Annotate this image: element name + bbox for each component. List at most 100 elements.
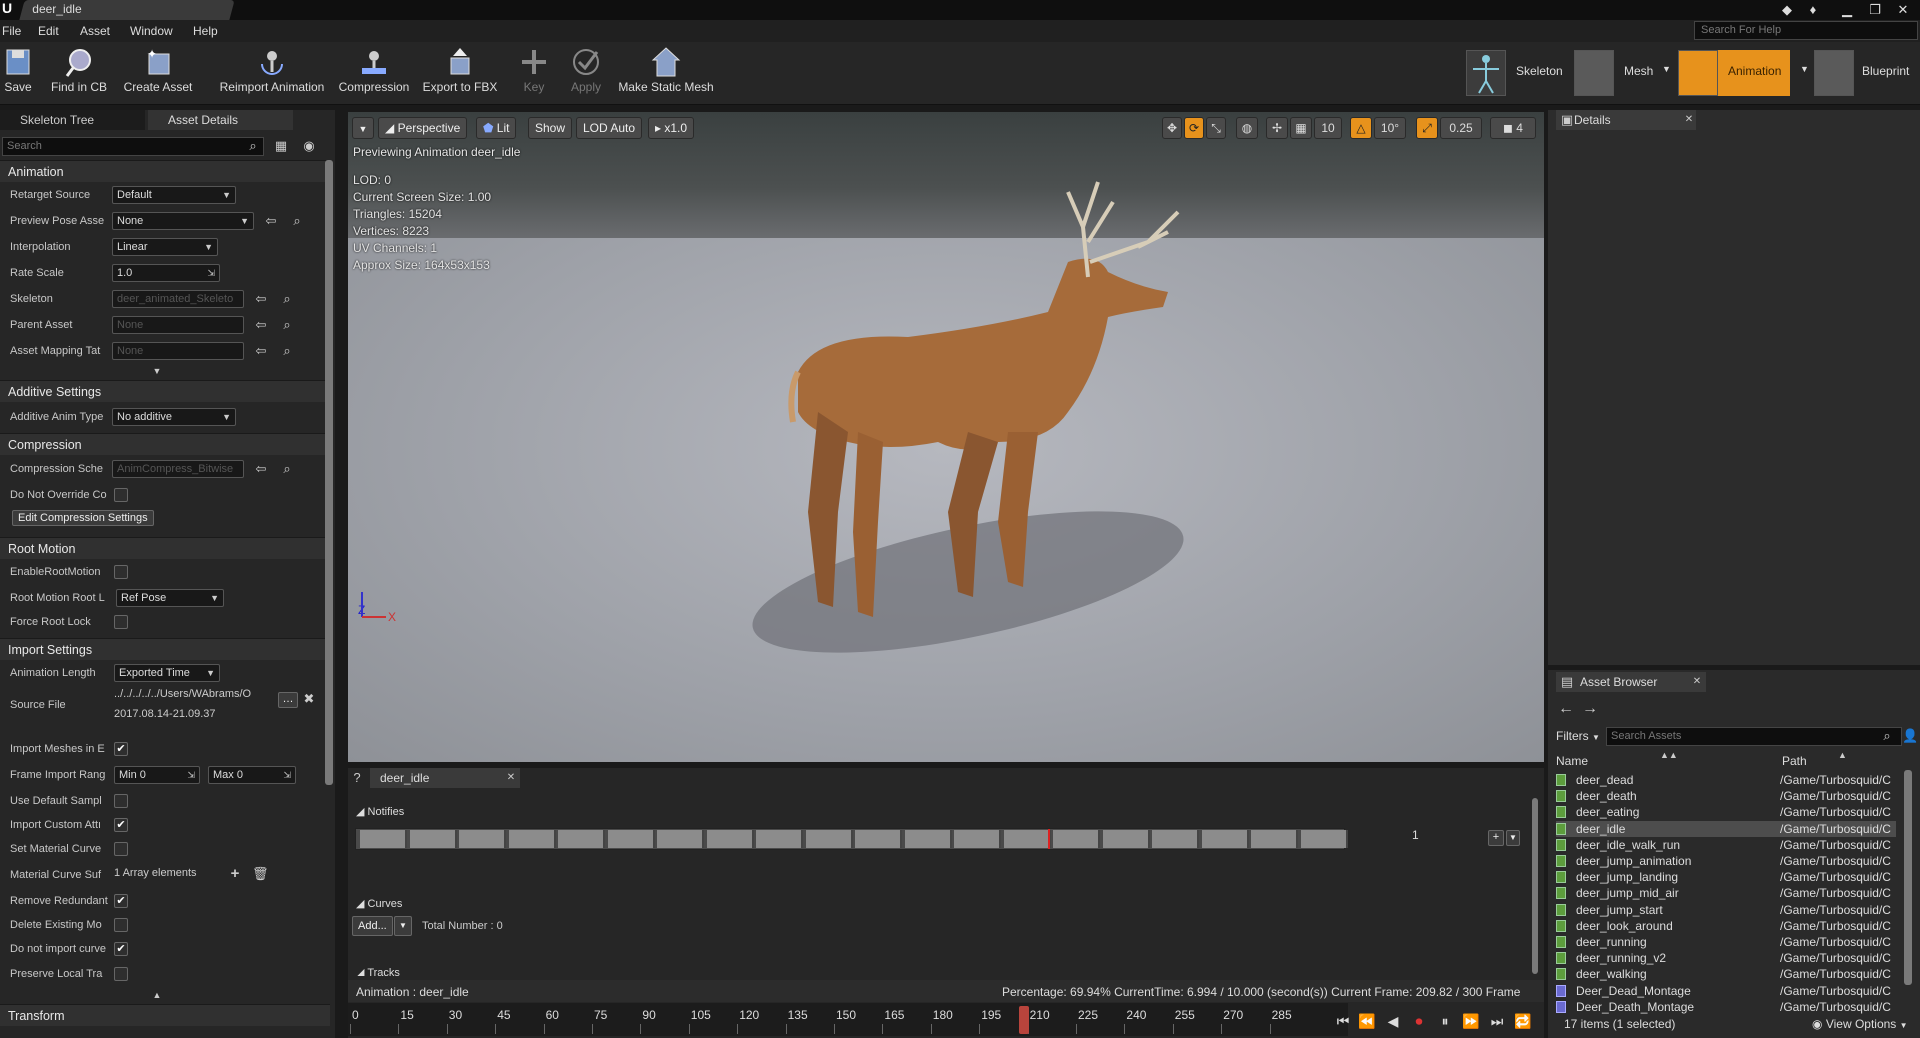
add-curve-dropdown[interactable]: ▼ bbox=[394, 916, 412, 936]
do-not-import-curve-checkbox[interactable]: ✔ bbox=[114, 942, 128, 956]
section-additive-settings[interactable]: Additive Settings bbox=[0, 380, 330, 402]
world-local-icon[interactable]: ◍ bbox=[1236, 117, 1258, 139]
tab-asset-details[interactable]: Asset Details bbox=[148, 110, 293, 130]
grid-view-icon[interactable]: ▦ bbox=[274, 139, 288, 153]
key-button[interactable]: Key bbox=[516, 46, 552, 102]
remove-redundant-checkbox[interactable]: ✔ bbox=[114, 894, 128, 908]
menu-edit[interactable]: Edit bbox=[38, 22, 59, 40]
perspective-button[interactable]: ◢ Perspective bbox=[378, 117, 468, 139]
delete-existing-checkbox[interactable] bbox=[114, 918, 128, 932]
translate-tool-icon[interactable]: ✥ bbox=[1162, 117, 1182, 139]
reimport-animation-button[interactable]: Reimport Animation bbox=[214, 46, 330, 102]
tracks-header[interactable]: ◢ Tracks bbox=[356, 966, 400, 976]
save-button[interactable]: Save bbox=[0, 46, 36, 102]
asset-list-item[interactable]: deer_jump_animation/Game/Turbosquid/C bbox=[1556, 853, 1896, 869]
asset-list-item[interactable]: deer_jump_landing/Game/Turbosquid/C bbox=[1556, 869, 1896, 885]
clear-x-icon[interactable]: ✖ bbox=[302, 692, 316, 706]
notify-segment[interactable] bbox=[1053, 830, 1100, 848]
notify-segment[interactable] bbox=[508, 830, 556, 848]
scale-snap-icon[interactable]: ⤢ bbox=[1416, 117, 1438, 139]
expand-advanced-icon[interactable]: ▼ bbox=[150, 364, 164, 378]
find-in-cb-button[interactable]: Find in CB bbox=[46, 46, 112, 102]
notify-segment[interactable] bbox=[855, 830, 902, 848]
scale-snap-value[interactable]: 0.25 bbox=[1440, 117, 1482, 139]
mode-animation-button[interactable]: Animation ▼ bbox=[1678, 50, 1809, 96]
search-icon[interactable]: ⌕ bbox=[1880, 729, 1894, 743]
skeleton-dropdown[interactable]: deer_animated_Skeleto bbox=[112, 290, 244, 308]
menu-help[interactable]: Help bbox=[193, 22, 218, 40]
notify-segment[interactable] bbox=[1201, 830, 1249, 848]
browse-search-icon[interactable]: ⌕ bbox=[280, 318, 294, 332]
skip-to-end-icon[interactable]: ⏭ bbox=[1488, 1012, 1506, 1030]
browse-source-button[interactable]: … bbox=[278, 692, 298, 708]
playback-speed-button[interactable]: ▸ x1.0 bbox=[648, 117, 695, 139]
camera-speed-button[interactable]: ◼ 4 bbox=[1490, 117, 1536, 139]
asset-list-item[interactable]: Deer_Dead_Montage/Game/Turbosquid/C bbox=[1556, 983, 1896, 999]
notify-segment[interactable] bbox=[409, 830, 457, 848]
preserve-local-checkbox[interactable] bbox=[114, 967, 128, 981]
notify-segment[interactable] bbox=[657, 830, 704, 848]
tab-anim-sequence[interactable]: deer_idle bbox=[370, 768, 520, 788]
use-selected-arrow-icon[interactable]: ⇦ bbox=[254, 344, 268, 358]
skip-to-start-icon[interactable]: ⏮ bbox=[1334, 1012, 1352, 1030]
search-icon[interactable]: ⌕ bbox=[246, 139, 260, 153]
force-root-lock-checkbox[interactable] bbox=[114, 615, 128, 629]
surface-snap-icon[interactable]: ✢ bbox=[1266, 117, 1288, 139]
close-tab-icon[interactable]: ✕ bbox=[1682, 113, 1696, 127]
grid-snap-value[interactable]: 10 bbox=[1314, 117, 1342, 139]
notify-segment[interactable] bbox=[360, 830, 407, 848]
asset-list-item[interactable]: deer_look_around/Game/Turbosquid/C bbox=[1556, 918, 1896, 934]
deer-model[interactable]: Z X bbox=[348, 112, 1544, 762]
additive-anim-dropdown[interactable]: No additive ▼ bbox=[112, 408, 236, 426]
column-name[interactable]: Name bbox=[1556, 752, 1588, 770]
notify-icon[interactable]: ♦ bbox=[1800, 0, 1826, 20]
asset-list-item[interactable]: deer_idle_walk_run/Game/Turbosquid/C bbox=[1556, 837, 1896, 853]
section-animation[interactable]: Animation bbox=[0, 160, 330, 182]
notify-segment[interactable] bbox=[607, 830, 655, 848]
parent-asset-dropdown[interactable]: None bbox=[112, 316, 244, 334]
use-selected-arrow-icon[interactable]: ⇦ bbox=[254, 292, 268, 306]
compression-button[interactable]: Compression bbox=[336, 46, 412, 102]
edit-compression-settings-button[interactable]: Edit Compression Settings bbox=[12, 510, 154, 526]
browse-search-icon[interactable]: ⌕ bbox=[290, 214, 304, 228]
menu-asset[interactable]: Asset bbox=[80, 22, 110, 40]
asset-list-scrollbar[interactable] bbox=[1904, 770, 1912, 985]
help-icon[interactable]: ? bbox=[350, 771, 364, 785]
notifies-header[interactable]: ◢ Notifies bbox=[356, 805, 404, 818]
document-tab[interactable]: deer_idle bbox=[19, 0, 235, 20]
user-icon[interactable]: 👤 bbox=[1902, 729, 1918, 743]
rotation-snap-value[interactable]: 10° bbox=[1374, 117, 1406, 139]
rate-scale-input[interactable]: 1.0 ⇲ bbox=[112, 264, 220, 282]
close-icon[interactable]: ✕ bbox=[1890, 0, 1916, 20]
preview-pose-dropdown[interactable]: None ▼ bbox=[112, 212, 254, 230]
browse-search-icon[interactable]: ⌕ bbox=[280, 292, 294, 306]
tab-asset-browser[interactable]: Asset Browser bbox=[1556, 672, 1706, 692]
section-transform[interactable]: Transform bbox=[0, 1004, 330, 1026]
notify-segment[interactable] bbox=[1251, 830, 1298, 848]
maximize-icon[interactable]: ❐ bbox=[1862, 0, 1888, 20]
close-tab-icon[interactable]: ✕ bbox=[1690, 675, 1704, 689]
lod-auto-button[interactable]: LOD Auto bbox=[576, 117, 643, 139]
step-forward-icon[interactable]: ⏩ bbox=[1462, 1012, 1480, 1030]
asset-list-item[interactable]: deer_jump_start/Game/Turbosquid/C bbox=[1556, 902, 1896, 918]
column-path[interactable]: Path bbox=[1782, 752, 1807, 770]
details-search-input[interactable]: Search bbox=[2, 137, 264, 156]
notify-segment[interactable] bbox=[1300, 830, 1348, 848]
trash-icon[interactable]: 🗑 bbox=[252, 867, 269, 881]
filters-button[interactable]: Filters ▼ bbox=[1556, 729, 1600, 743]
notify-segment[interactable] bbox=[805, 830, 853, 848]
asset-list-item[interactable]: Deer_Death_Montage/Game/Turbosquid/C bbox=[1556, 999, 1896, 1015]
asset-list-item[interactable]: deer_running/Game/Turbosquid/C bbox=[1556, 934, 1896, 950]
record-icon[interactable]: ⏺ bbox=[1410, 1012, 1428, 1030]
add-element-icon[interactable]: + bbox=[228, 866, 242, 881]
asset-list-item[interactable]: deer_jump_mid_air/Game/Turbosquid/C bbox=[1556, 885, 1896, 901]
add-notify-track-button[interactable]: + bbox=[1488, 830, 1504, 846]
source-control-icon[interactable]: ◆ bbox=[1774, 0, 1800, 20]
menu-file[interactable]: File bbox=[2, 22, 21, 40]
help-search-input[interactable]: Search For Help bbox=[1694, 21, 1918, 40]
set-material-curve-checkbox[interactable] bbox=[114, 842, 128, 856]
browse-search-icon[interactable]: ⌕ bbox=[280, 344, 294, 358]
notify-track[interactable] bbox=[355, 828, 1348, 850]
notify-segment[interactable] bbox=[904, 830, 952, 848]
forward-arrow-icon[interactable]: → bbox=[1582, 701, 1598, 717]
